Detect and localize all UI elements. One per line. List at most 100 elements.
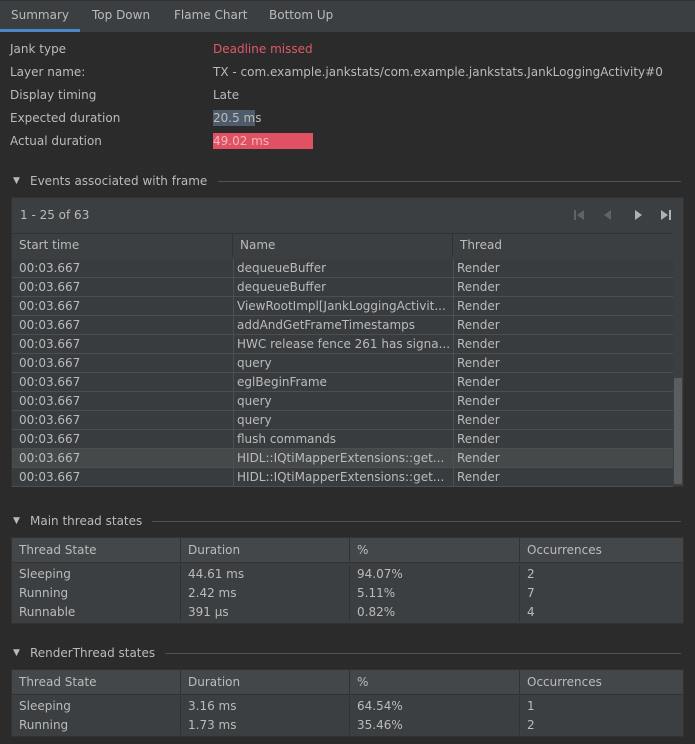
table-row[interactable]: Running 1.73 ms 35.46% 2: [12, 716, 683, 735]
duration-cell: 391 µs: [181, 603, 350, 622]
table-row[interactable]: 00:03.667 HWC release fence 261 has signa…: [12, 335, 673, 354]
name-cell: addAndGetFrameTimestamps: [233, 316, 453, 334]
start-time-cell: 00:03.667: [19, 470, 81, 484]
start-time-cell: 00:03.667: [19, 432, 81, 446]
name-cell: HIDL::IQtiMapperExtensions::get...: [233, 449, 453, 467]
percent-cell: 5.11%: [350, 584, 520, 603]
percent-cell: 94.07%: [350, 565, 520, 584]
display-timing-label: Display timing: [10, 88, 97, 102]
thread-state-cell: Sleeping: [12, 565, 181, 584]
previous-page-icon[interactable]: [599, 206, 617, 224]
column-header-occurrences[interactable]: Occurrences: [520, 670, 683, 694]
render-thread-section-title: RenderThread states: [30, 646, 156, 660]
start-time-cell: 00:03.667: [19, 318, 81, 332]
column-header-thread[interactable]: Thread: [453, 234, 672, 256]
next-page-icon[interactable]: [629, 206, 647, 224]
table-row[interactable]: 00:03.667 query Render: [12, 411, 673, 430]
tab-summary[interactable]: Summary: [0, 1, 80, 32]
name-cell: HIDL::IQtiMapperExtensions::get...: [233, 468, 453, 486]
thread-cell: Render: [453, 297, 673, 315]
jank-type-value: Deadline missed: [213, 42, 313, 56]
percent-cell: 35.46%: [350, 716, 520, 735]
pager-range: 1 - 25 of 63: [20, 208, 90, 222]
section-divider: [152, 521, 681, 522]
duration-cell: 2.42 ms: [181, 584, 350, 603]
first-page-icon[interactable]: [570, 206, 588, 224]
layer-name-label: Layer name:: [10, 65, 86, 79]
tab-bottom-up[interactable]: Bottom Up: [269, 1, 333, 32]
thread-cell: Render: [453, 392, 673, 410]
table-row[interactable]: 00:03.667 query Render: [12, 354, 673, 373]
main-thread-section-title: Main thread states: [30, 514, 143, 528]
tab-flame-chart[interactable]: Flame Chart: [174, 1, 247, 32]
display-timing-value: Late: [213, 88, 240, 102]
table-row[interactable]: 00:03.667 dequeueBuffer Render: [12, 259, 673, 278]
column-header-duration[interactable]: Duration: [181, 538, 350, 562]
main-thread-states-table: Thread State Duration % Occurrences Slee…: [11, 537, 684, 624]
collapse-triangle-icon[interactable]: ▼: [13, 511, 20, 531]
table-row[interactable]: 00:03.667 dequeueBuffer Render: [12, 278, 673, 297]
events-table-body: 00:03.667 dequeueBuffer Render 00:03.667 deq…: [12, 259, 673, 487]
last-page-icon[interactable]: [657, 206, 675, 224]
occurrences-cell: 7: [527, 586, 535, 600]
actual-duration-value: 49.02 ms: [213, 134, 270, 148]
percent-cell: 0.82%: [350, 603, 520, 622]
duration-cell: 1.73 ms: [181, 716, 350, 735]
table-row[interactable]: 00:03.667 query Render: [12, 392, 673, 411]
thread-cell: Render: [453, 259, 673, 277]
events-scrollbar-thumb[interactable]: [674, 378, 682, 484]
events-section-title: Events associated with frame: [30, 174, 208, 188]
thread-cell: Render: [453, 354, 673, 372]
thread-cell: Render: [453, 316, 673, 334]
name-cell: HWC release fence 261 has signa...: [233, 335, 453, 353]
events-section-header[interactable]: ▼ Events associated with frame: [0, 171, 695, 191]
thread-cell: Render: [453, 468, 673, 486]
occurrences-cell: 1: [527, 699, 535, 713]
name-cell: query: [233, 411, 453, 429]
events-panel: 1 - 25 of 63 Start time Name Thread 00:0…: [11, 197, 684, 487]
actual-duration-label: Actual duration: [10, 134, 102, 148]
name-cell: flush commands: [233, 430, 453, 448]
render-thread-section-header[interactable]: ▼ RenderThread states: [0, 643, 695, 663]
column-header-duration[interactable]: Duration: [181, 670, 350, 694]
column-header-thread-state[interactable]: Thread State: [12, 670, 181, 694]
duration-cell: 3.16 ms: [181, 697, 350, 716]
table-row[interactable]: 00:03.667 addAndGetFrameTimestamps Render: [12, 316, 673, 335]
collapse-triangle-icon[interactable]: ▼: [13, 643, 20, 663]
column-header-occurrences[interactable]: Occurrences: [520, 538, 683, 562]
name-cell: dequeueBuffer: [233, 259, 453, 277]
table-row[interactable]: 00:03.667 HIDL::IQtiMapperExtensions::get…: [12, 468, 673, 487]
start-time-cell: 00:03.667: [19, 280, 81, 294]
name-cell: eglBeginFrame: [233, 373, 453, 391]
table-row[interactable]: 00:03.667 eglBeginFrame Render: [12, 373, 673, 392]
table-row[interactable]: Running 2.42 ms 5.11% 7: [12, 584, 683, 603]
jank-type-label: Jank type: [10, 42, 67, 56]
table-row[interactable]: Sleeping 3.16 ms 64.54% 1: [12, 697, 683, 716]
occurrences-cell: 2: [527, 718, 535, 732]
events-table-header: Start time Name Thread: [12, 233, 672, 257]
column-header-percent[interactable]: %: [350, 670, 520, 694]
column-header-start-time[interactable]: Start time: [12, 234, 233, 256]
table-row[interactable]: 00:03.667 ViewRootImpl[JankLoggingActivit…: [12, 297, 673, 316]
main-thread-section-header[interactable]: ▼ Main thread states: [0, 511, 695, 531]
thread-state-cell: Runnable: [12, 603, 181, 622]
tab-top-down[interactable]: Top Down: [92, 1, 150, 32]
column-header-name[interactable]: Name: [233, 234, 453, 256]
table-row[interactable]: 00:03.667 HIDL::IQtiMapperExtensions::get…: [12, 449, 673, 468]
start-time-cell: 00:03.667: [19, 394, 81, 408]
percent-cell: 64.54%: [350, 697, 520, 716]
table-row[interactable]: Runnable 391 µs 0.82% 4: [12, 603, 683, 622]
section-divider: [218, 181, 681, 182]
thread-state-cell: Running: [12, 716, 181, 735]
main-thread-table-body: Sleeping 44.61 ms 94.07% 2 Running 2.42 ms 5.1…: [12, 565, 683, 622]
start-time-cell: 00:03.667: [19, 299, 81, 313]
column-header-thread-state[interactable]: Thread State: [12, 538, 181, 562]
thread-cell: Render: [453, 411, 673, 429]
column-header-percent[interactable]: %: [350, 538, 520, 562]
collapse-triangle-icon[interactable]: ▼: [13, 171, 20, 191]
name-cell: query: [233, 392, 453, 410]
table-row[interactable]: Sleeping 44.61 ms 94.07% 2: [12, 565, 683, 584]
table-row[interactable]: 00:03.667 flush commands Render: [12, 430, 673, 449]
thread-state-cell: Running: [12, 584, 181, 603]
occurrences-cell: 2: [527, 567, 535, 581]
